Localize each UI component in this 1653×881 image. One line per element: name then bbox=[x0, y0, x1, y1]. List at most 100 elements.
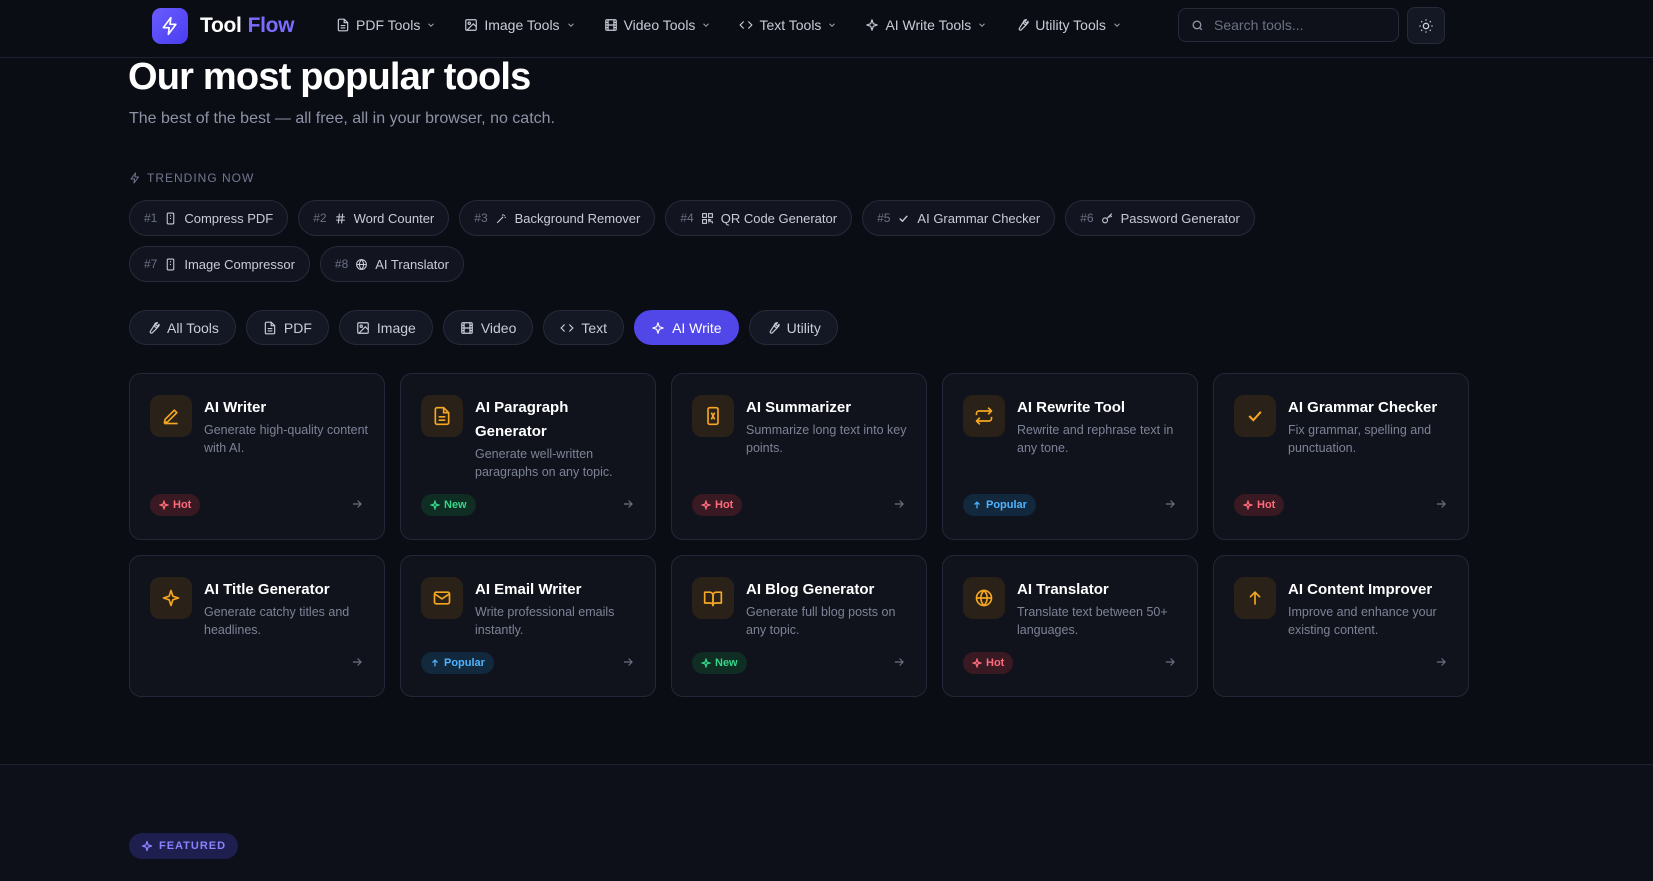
card-body: AI Rewrite Tool Rewrite and rephrase tex… bbox=[1017, 396, 1185, 457]
chip-label: QR Code Generator bbox=[720, 210, 838, 226]
tool-grid: AI Writer Generate high-quality content … bbox=[129, 373, 1469, 697]
nav-label: Image Tools bbox=[484, 17, 560, 33]
check-icon bbox=[897, 212, 910, 225]
arrow-right-icon bbox=[621, 497, 635, 511]
theme-toggle-button[interactable] bbox=[1407, 7, 1445, 44]
category-tabs: All Tools PDF Image Video Text AI Write … bbox=[129, 310, 838, 345]
wand-icon bbox=[495, 212, 508, 225]
chip-rank: #3 bbox=[474, 211, 488, 225]
arrow-up-icon bbox=[430, 658, 440, 668]
card-description: Rewrite and rephrase text in any tone. bbox=[1017, 423, 1174, 455]
trending-chip-word-counter[interactable]: #2 Word Counter bbox=[298, 200, 450, 236]
featured-section bbox=[0, 765, 1653, 881]
card-description: Translate text between 50+ languages. bbox=[1017, 605, 1168, 637]
tab-utility[interactable]: Utility bbox=[748, 310, 838, 345]
nav-text-tools[interactable]: Text Tools bbox=[739, 17, 837, 33]
nav-ai-write-tools[interactable]: AI Write Tools bbox=[865, 17, 987, 33]
globe-icon bbox=[355, 258, 368, 271]
nav-utility-tools[interactable]: Utility Tools bbox=[1015, 17, 1122, 33]
tool-card-ai-grammar-checker[interactable]: AI Grammar Checker Fix grammar, spelling… bbox=[1213, 373, 1469, 540]
trending-label-text: TRENDING NOW bbox=[147, 171, 255, 185]
search-input[interactable] bbox=[1214, 17, 1384, 33]
sparkle-icon bbox=[865, 18, 879, 32]
book-icon bbox=[692, 577, 734, 619]
trending-chip-password-generator[interactable]: #6 Password Generator bbox=[1065, 200, 1255, 236]
tool-card-ai-paragraph-generator[interactable]: AI Paragraph Generator Generate well-wri… bbox=[400, 373, 656, 540]
badge-label: Popular bbox=[986, 499, 1027, 511]
pen-icon bbox=[150, 395, 192, 437]
sparkle-icon bbox=[141, 840, 153, 852]
tab-image[interactable]: Image bbox=[338, 310, 433, 345]
arrow-right-icon bbox=[350, 497, 364, 511]
file-icon bbox=[164, 258, 177, 271]
trending-chip-background-remover[interactable]: #3 Background Remover bbox=[459, 200, 656, 236]
lightning-icon bbox=[152, 8, 188, 44]
tab-pdf[interactable]: PDF bbox=[245, 310, 329, 345]
arrow-up-icon bbox=[1234, 577, 1276, 619]
tab-all-tools[interactable]: All Tools bbox=[129, 310, 236, 345]
code-icon bbox=[739, 18, 754, 32]
chip-label: Word Counter bbox=[353, 210, 435, 226]
trending-chip-qr-code-generator[interactable]: #4 QR Code Generator bbox=[665, 200, 853, 236]
tab-label: All Tools bbox=[167, 319, 219, 336]
sparkle-icon bbox=[430, 500, 440, 510]
tab-ai-write[interactable]: AI Write bbox=[634, 310, 739, 345]
card-title: AI Email Writer bbox=[475, 581, 582, 598]
tool-card-ai-title-generator[interactable]: AI Title Generator Generate catchy title… bbox=[129, 555, 385, 697]
arrow-right-icon bbox=[892, 655, 906, 669]
tool-card-ai-summarizer[interactable]: AI Summarizer Summarize long text into k… bbox=[671, 373, 927, 540]
chevron-down-icon bbox=[426, 20, 436, 30]
search-box bbox=[1178, 8, 1399, 42]
arrow-up-icon bbox=[972, 500, 982, 510]
wrench-icon bbox=[766, 321, 780, 335]
chevron-down-icon bbox=[1112, 20, 1122, 30]
tool-card-ai-blog-generator[interactable]: AI Blog Generator Generate full blog pos… bbox=[671, 555, 927, 697]
trending-chip-ai-translator[interactable]: #8 AI Translator bbox=[319, 246, 464, 282]
status-badge: Popular bbox=[421, 652, 494, 674]
arrow-right-icon bbox=[1163, 655, 1177, 669]
nav-image-tools[interactable]: Image Tools bbox=[464, 17, 575, 33]
tool-card-ai-content-improver[interactable]: AI Content Improver Improve and enhance … bbox=[1213, 555, 1469, 697]
file-icon bbox=[336, 18, 350, 32]
status-badge: Hot bbox=[1234, 494, 1285, 516]
chevron-down-icon bbox=[566, 20, 576, 30]
chip-rank: #6 bbox=[1080, 211, 1094, 225]
tool-card-ai-translator[interactable]: AI Translator Translate text between 50+… bbox=[942, 555, 1198, 697]
brand-logo[interactable]: Tool Flow bbox=[152, 8, 294, 44]
trending-chip-image-compressor[interactable]: #7 Image Compressor bbox=[129, 246, 310, 282]
status-badge: New bbox=[421, 494, 476, 516]
hash-icon bbox=[334, 212, 347, 225]
nav-label: Text Tools bbox=[759, 17, 822, 33]
badge-label: Hot bbox=[986, 657, 1005, 669]
page-subtitle: The best of the best — all free, all in … bbox=[129, 110, 555, 127]
wrench-icon bbox=[146, 321, 160, 335]
chip-label: Image Compressor bbox=[184, 256, 295, 272]
file-icon bbox=[263, 321, 277, 335]
card-body: AI Email Writer Write professional email… bbox=[475, 578, 643, 639]
tab-label: Image bbox=[376, 319, 416, 336]
card-description: Generate catchy titles and headlines. bbox=[204, 605, 350, 637]
chevron-down-icon bbox=[977, 20, 987, 30]
tool-card-ai-email-writer[interactable]: AI Email Writer Write professional email… bbox=[400, 555, 656, 697]
trending-label: TRENDING NOW bbox=[129, 171, 254, 185]
card-title: AI Paragraph Generator bbox=[475, 399, 569, 440]
card-description: Fix grammar, spelling and punctuation. bbox=[1288, 423, 1432, 455]
sparkle-icon bbox=[651, 321, 665, 335]
status-badge: Hot bbox=[150, 494, 201, 516]
nav-video-tools[interactable]: Video Tools bbox=[604, 17, 712, 33]
trending-chip-ai-grammar-checker[interactable]: #5 AI Grammar Checker bbox=[862, 200, 1056, 236]
trending-chip-compress-pdf[interactable]: #1 Compress PDF bbox=[129, 200, 289, 236]
arrow-right-icon bbox=[892, 497, 906, 511]
chip-rank: #1 bbox=[144, 211, 158, 225]
chip-label: Password Generator bbox=[1120, 210, 1240, 226]
chevron-down-icon bbox=[701, 20, 711, 30]
chip-rank: #2 bbox=[313, 211, 327, 225]
tool-card-ai-rewrite-tool[interactable]: AI Rewrite Tool Rewrite and rephrase tex… bbox=[942, 373, 1198, 540]
nav-pdf-tools[interactable]: PDF Tools bbox=[336, 17, 436, 33]
badge-label: New bbox=[715, 657, 738, 669]
tab-text[interactable]: Text bbox=[543, 310, 625, 345]
tool-card-ai-writer[interactable]: AI Writer Generate high-quality content … bbox=[129, 373, 385, 540]
tab-video[interactable]: Video bbox=[442, 310, 534, 345]
chip-label: Compress PDF bbox=[184, 210, 274, 226]
top-navbar: Tool Flow PDF Tools Image Tools Video Too… bbox=[0, 0, 1653, 58]
